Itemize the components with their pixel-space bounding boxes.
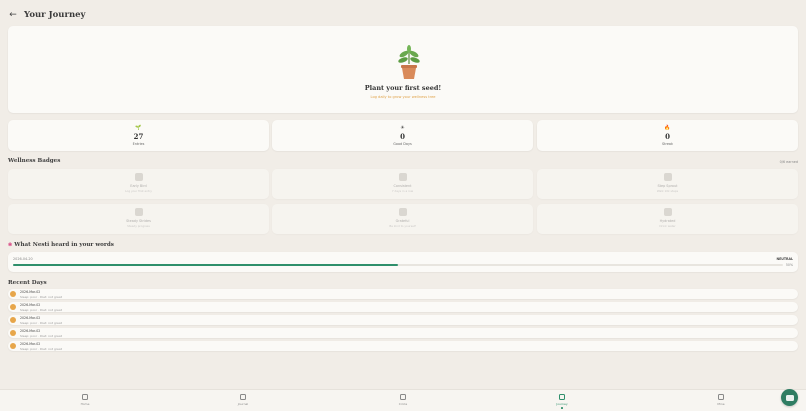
page-title: Your Journey	[24, 10, 86, 20]
badge-name: Step Sprout	[657, 184, 678, 188]
assistant-fab-button[interactable]	[781, 389, 798, 406]
day-date: 2026-Mar-02	[20, 342, 41, 346]
book-icon	[240, 394, 246, 400]
day-date: 2026-Mar-02	[20, 290, 41, 294]
flame-icon: 🔥	[664, 125, 671, 131]
journal-icon	[8, 173, 269, 181]
mood-emoji-icon	[10, 330, 16, 336]
page-header: ← Your Journey	[8, 8, 86, 22]
list-item[interactable]: 2026-Mar-02 Sleep: poor · Diet: not grea…	[8, 315, 798, 325]
badge-card[interactable]: Grateful Be kind to yourself	[272, 204, 533, 234]
words-percent: 50%	[785, 263, 793, 267]
badge-name: Consistent	[393, 184, 412, 188]
badge-desc: Steady progress	[127, 224, 150, 228]
meditation-icon	[8, 208, 269, 216]
stat-label: Streak	[662, 142, 673, 146]
nav-label: Journal	[237, 402, 249, 406]
water-drop-icon	[537, 208, 798, 216]
seedling-icon: 🌱	[135, 125, 142, 131]
people-icon	[400, 394, 406, 400]
brain-icon: ❀	[8, 242, 13, 248]
badge-name: Steady Strides	[126, 219, 151, 223]
day-summary: Sleep: poor · Diet: not great	[20, 307, 62, 312]
hero-card: Plant your first seed! Log daily to grow…	[8, 26, 798, 113]
list-item[interactable]: 2026-Mar-02 Sleep: poor · Diet: not grea…	[8, 341, 798, 351]
nav-label: Circle	[398, 402, 408, 406]
sprout-icon	[559, 394, 565, 400]
arrow-left-icon: ←	[9, 9, 17, 20]
badge-card[interactable]: Consistent 7 days in a row	[272, 169, 533, 199]
words-mood: NEUTRAL	[776, 257, 793, 261]
words-card: 2026-04-20 NEUTRAL 50%	[8, 252, 798, 272]
nav-home[interactable]: Home	[65, 394, 105, 406]
stat-value: 0	[400, 132, 405, 141]
sun-icon: ☀	[400, 125, 405, 131]
day-summary: Sleep: poor · Diet: not great	[20, 346, 62, 351]
stat-good-days: ☀ 0 Good Days	[272, 120, 533, 151]
hero-subtitle: Log daily to grow your wellness tree	[370, 95, 436, 99]
robot-icon	[785, 394, 794, 401]
badges-title: Wellness Badges	[8, 158, 61, 164]
list-item[interactable]: 2026-Mar-02 Sleep: poor · Diet: not grea…	[8, 289, 798, 299]
mood-emoji-icon	[10, 343, 16, 349]
stat-value: 27	[133, 132, 144, 141]
stat-label: Entries	[132, 142, 145, 146]
badge-card[interactable]: Hydrated Drink water	[537, 204, 798, 234]
words-date: 2026-04-20	[13, 257, 33, 261]
home-icon	[82, 394, 88, 400]
list-item[interactable]: 2026-Mar-02 Sleep: poor · Diet: not grea…	[8, 328, 798, 338]
stat-value: 0	[665, 132, 670, 141]
heart-icon	[272, 208, 533, 216]
mood-emoji-icon	[10, 304, 16, 310]
stat-label: Good Days	[393, 142, 412, 146]
badge-desc: Be kind to yourself	[389, 224, 416, 228]
stat-entries: 🌱 27 Entries	[8, 120, 269, 151]
sentiment-progress-fill	[13, 264, 398, 266]
back-button[interactable]: ←	[8, 10, 18, 20]
list-item[interactable]: 2026-Mar-02 Sleep: poor · Diet: not grea…	[8, 302, 798, 312]
badge-desc: 7 days in a row	[391, 189, 414, 193]
words-section-header: ❀ What Nesti heard in your words	[8, 242, 114, 248]
potted-plant-icon	[398, 45, 420, 79]
recent-days-title: Recent Days	[8, 280, 47, 286]
badge-name: Grateful	[395, 219, 410, 223]
sentiment-progress-track	[13, 264, 783, 266]
nav-journal[interactable]: Journal	[223, 394, 263, 406]
nav-label: Home	[80, 402, 90, 406]
badge-card[interactable]: Steady Strides Steady progress	[8, 204, 269, 234]
badge-desc: Log your first entry	[125, 189, 152, 193]
active-indicator	[561, 407, 563, 409]
badge-name: Early Bird	[130, 184, 147, 188]
nav-mine[interactable]: Mine	[701, 394, 741, 406]
nav-label: Journey	[556, 402, 568, 406]
badge-name: Hydrated	[659, 219, 676, 223]
heart-icon	[718, 394, 724, 400]
badges-earned-count: 0/6 earned	[779, 160, 798, 164]
mood-emoji-icon	[10, 291, 16, 297]
day-date: 2026-Mar-02	[20, 329, 41, 333]
badge-card[interactable]: Step Sprout Walk 10k steps	[537, 169, 798, 199]
day-date: 2026-Mar-02	[20, 316, 41, 320]
mood-emoji-icon	[10, 317, 16, 323]
hero-title: Plant your first seed!	[364, 84, 442, 92]
day-date: 2026-Mar-02	[20, 303, 41, 307]
day-summary: Sleep: poor · Diet: not great	[20, 294, 62, 299]
nav-label: Mine	[717, 402, 725, 406]
badge-card[interactable]: Early Bird Log your first entry	[8, 169, 269, 199]
day-summary: Sleep: poor · Diet: not great	[20, 333, 62, 338]
badge-desc: Drink water	[659, 224, 676, 228]
words-title: What Nesti heard in your words	[14, 242, 114, 248]
box-icon	[272, 173, 533, 181]
nav-journey[interactable]: Journey	[542, 394, 582, 409]
stat-streak: 🔥 0 Streak	[537, 120, 798, 151]
runner-icon	[537, 173, 798, 181]
badge-desc: Walk 10k steps	[656, 189, 679, 193]
nav-circle[interactable]: Circle	[383, 394, 423, 406]
bottom-nav: Home Journal Circle Journey Mine	[0, 389, 806, 411]
day-summary: Sleep: poor · Diet: not great	[20, 320, 62, 325]
